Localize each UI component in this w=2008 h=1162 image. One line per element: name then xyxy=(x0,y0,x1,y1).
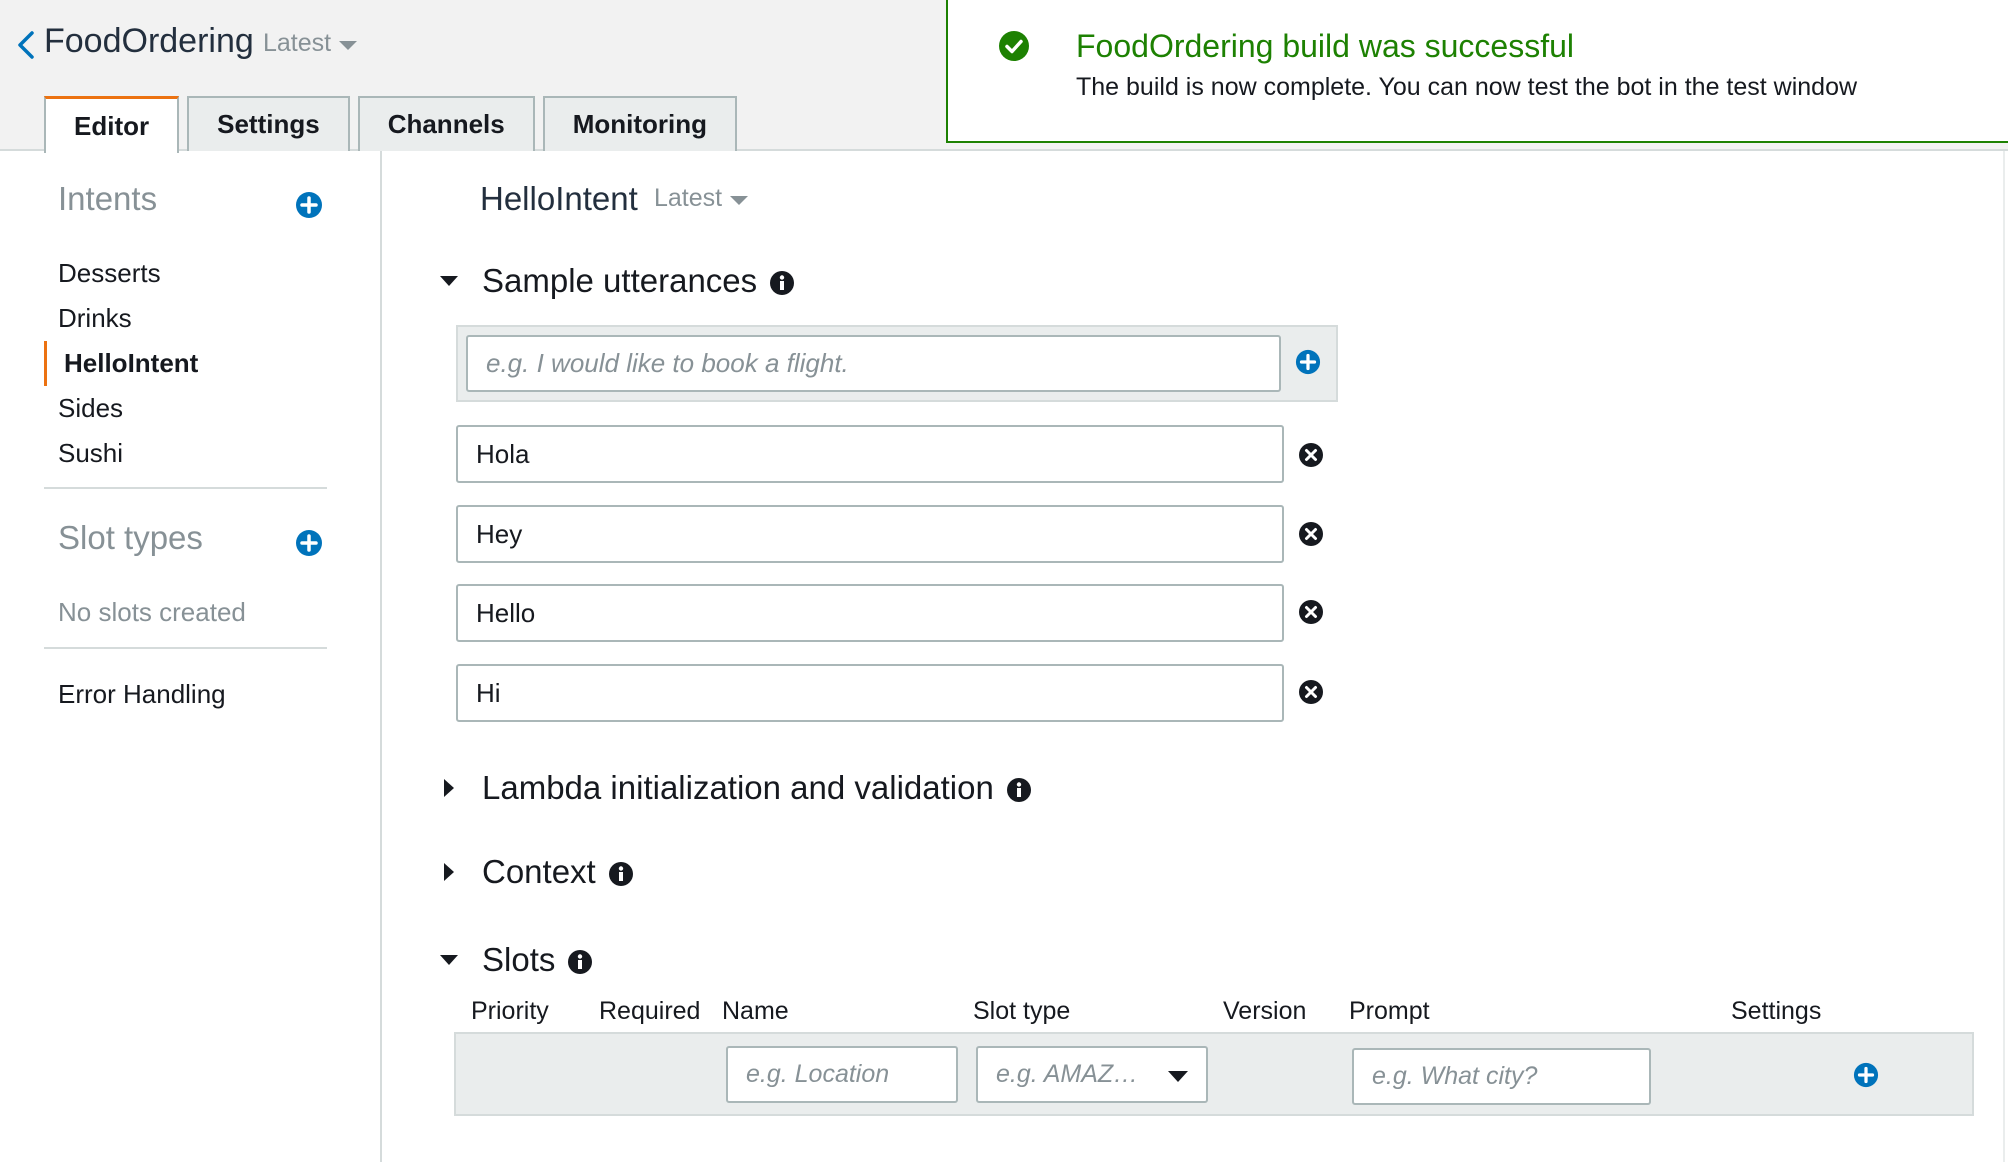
info-icon[interactable] xyxy=(608,861,634,887)
error-handling-link[interactable]: Error Handling xyxy=(58,679,226,710)
remove-circle-icon[interactable] xyxy=(1298,521,1324,547)
new-utterance-input[interactable] xyxy=(466,335,1281,392)
bot-version-label: Latest xyxy=(263,29,332,57)
tab-bar: Editor Settings Channels Monitoring xyxy=(44,96,738,153)
new-slot-row: e.g. Location e.g. AMAZ… e.g. What city? xyxy=(454,1032,1974,1116)
slots-section-toggle[interactable]: Slots xyxy=(440,941,593,979)
add-slot-type-plus-icon[interactable] xyxy=(295,529,323,557)
column-header-priority: Priority xyxy=(471,997,549,1025)
intent-item-sushi[interactable]: Sushi xyxy=(44,431,334,476)
notification-message: The build is now complete. You can now t… xyxy=(1076,73,1858,101)
sample-utterances-toggle[interactable]: Sample utterances xyxy=(440,262,795,300)
section-label: Context xyxy=(482,853,596,890)
lambda-section-toggle[interactable]: Lambda initialization and validation xyxy=(440,769,1032,807)
info-icon[interactable] xyxy=(769,270,795,296)
utterance-field[interactable]: Hello xyxy=(456,584,1284,642)
intent-title: HelloIntent xyxy=(480,180,638,217)
caret-down-icon xyxy=(440,276,458,286)
intent-list: Desserts Drinks HelloIntent Sides Sushi xyxy=(44,251,334,476)
slot-type-select[interactable]: e.g. AMAZ… xyxy=(976,1046,1208,1103)
utterance-field[interactable]: Hey xyxy=(456,505,1284,563)
remove-circle-icon[interactable] xyxy=(1298,442,1324,468)
tab-channels[interactable]: Channels xyxy=(357,96,535,151)
remove-circle-icon[interactable] xyxy=(1298,599,1324,625)
column-header-slot-type: Slot type xyxy=(973,997,1071,1025)
chevron-left-icon[interactable] xyxy=(14,30,38,60)
context-section-toggle[interactable]: Context xyxy=(440,853,634,891)
utterance-field[interactable]: Hola xyxy=(456,425,1284,483)
caret-down-icon xyxy=(1168,1071,1188,1082)
sidebar-divider xyxy=(44,647,327,649)
utterance-field[interactable]: Hi xyxy=(456,664,1284,722)
column-header-version: Version xyxy=(1223,997,1307,1025)
caret-down-icon xyxy=(440,955,458,965)
caret-right-icon xyxy=(444,779,454,797)
column-header-settings: Settings xyxy=(1731,997,1822,1025)
slot-type-placeholder: e.g. AMAZ… xyxy=(996,1060,1139,1088)
remove-circle-icon[interactable] xyxy=(1298,679,1324,705)
notification-title: FoodOrdering build was successful xyxy=(1076,28,1575,64)
column-header-required: Required xyxy=(599,997,701,1025)
section-label: Slots xyxy=(482,941,556,978)
scrollbar-track[interactable] xyxy=(2003,151,2005,1162)
intents-heading: Intents xyxy=(58,180,158,217)
slots-table-header: Priority Required Name Slot type Version… xyxy=(0,997,2008,1031)
section-label: Lambda initialization and validation xyxy=(482,769,994,806)
sidebar-divider xyxy=(44,487,327,489)
add-slot-plus-icon[interactable] xyxy=(1853,1062,1879,1088)
no-slots-message: No slots created xyxy=(58,597,246,627)
slot-types-heading: Slot types xyxy=(58,519,203,556)
intent-item-hellointent[interactable]: HelloIntent xyxy=(44,341,334,386)
info-icon[interactable] xyxy=(1006,777,1032,803)
intent-item-sides[interactable]: Sides xyxy=(44,386,334,431)
intent-version-select[interactable]: Latest xyxy=(654,184,749,213)
caret-right-icon xyxy=(444,863,454,881)
tab-monitoring[interactable]: Monitoring xyxy=(542,96,738,151)
bot-version-select[interactable]: Latest xyxy=(263,29,358,58)
build-success-notification: FoodOrdering build was successful The bu… xyxy=(946,0,2008,143)
column-header-prompt: Prompt xyxy=(1349,997,1430,1025)
tab-editor[interactable]: Editor xyxy=(44,96,180,153)
add-intent-plus-icon[interactable] xyxy=(295,191,323,219)
column-header-name: Name xyxy=(722,997,789,1025)
section-label: Sample utterances xyxy=(482,262,758,299)
info-icon[interactable] xyxy=(567,949,593,975)
slot-name-input[interactable]: e.g. Location xyxy=(726,1046,958,1103)
intent-item-drinks[interactable]: Drinks xyxy=(44,296,334,341)
caret-down-icon xyxy=(730,196,749,205)
add-utterance-container xyxy=(456,325,1338,402)
slot-prompt-input[interactable]: e.g. What city? xyxy=(1352,1048,1651,1105)
bot-title: FoodOrdering xyxy=(44,22,254,60)
add-utterance-plus-icon[interactable] xyxy=(1295,349,1321,375)
check-circle-icon xyxy=(999,31,1029,61)
tab-settings[interactable]: Settings xyxy=(187,96,350,151)
intent-item-desserts[interactable]: Desserts xyxy=(44,251,334,296)
caret-down-icon xyxy=(339,41,358,50)
intent-version-label: Latest xyxy=(654,184,723,212)
